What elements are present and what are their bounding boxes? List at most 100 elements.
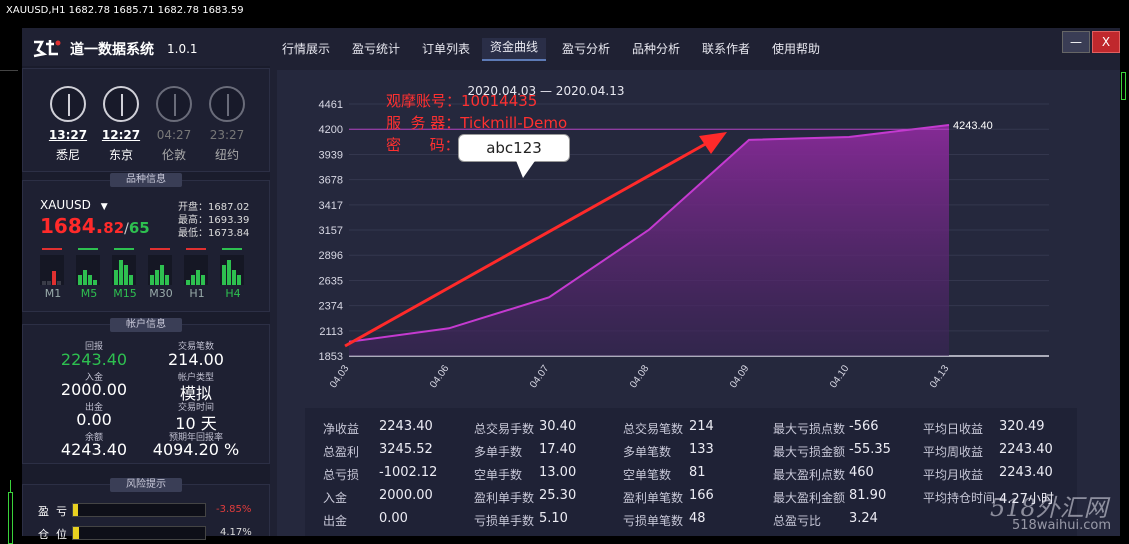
tab-equity-curve[interactable]: 资金曲线 (482, 38, 546, 61)
signal-bar (191, 275, 195, 285)
acct-value-withdraw: 0.00 (54, 410, 134, 429)
tab-pnl-stats[interactable]: 盈亏统计 (352, 40, 400, 57)
signal-bar (57, 281, 61, 285)
tf-m1[interactable]: M1 (38, 287, 68, 300)
signal-bar (222, 265, 226, 285)
risk-fill-pnl (73, 504, 78, 516)
minimize-button[interactable]: — (1062, 31, 1090, 53)
stat-label: 多单笔数 (623, 443, 671, 460)
overlay-server: 服 务 器：Tickmill-Demo (386, 112, 567, 133)
tab-symbol-analysis[interactable]: 品种分析 (632, 40, 680, 57)
risk-value-position: 4.17% (220, 527, 252, 538)
x-tick-label: 04.13 (928, 363, 952, 390)
stat-label: 最大亏损金额 (773, 443, 845, 460)
stat-label: 总盈亏比 (773, 512, 821, 529)
tab-orders[interactable]: 订单列表 (422, 40, 470, 57)
stat-label: 空单笔数 (623, 466, 671, 483)
risk-title: 风险提示 (110, 478, 182, 492)
symbol-select[interactable]: XAUUSD ▼ (40, 198, 108, 212)
signal-indicator (114, 248, 134, 250)
terminal-title-bar: XAUUSD,H1 1682.78 1685.71 1682.78 1683.5… (0, 0, 1129, 22)
stat-value: 25.30 (539, 488, 576, 503)
clock-time-sydney: 13:27 (48, 128, 88, 142)
app-title: 道一数据系统 (70, 39, 154, 59)
signal-bar (165, 275, 169, 285)
risk-bar-position (72, 526, 206, 540)
price-main: 1684. (40, 214, 103, 238)
tab-help[interactable]: 使用帮助 (772, 40, 820, 57)
stat-value: 320.49 (999, 419, 1045, 434)
clock-time-newyork: 23:27 (207, 128, 247, 142)
stat-label: 总亏损 (323, 466, 359, 483)
acct-value-trades: 214.00 (156, 350, 236, 369)
acct-value-return: 2243.40 (54, 350, 134, 369)
symbol-name: XAUUSD (40, 198, 91, 212)
tf-h1[interactable]: H1 (182, 287, 212, 300)
stat-value: 460 (849, 465, 874, 480)
signal-indicator (186, 248, 206, 250)
overlay-account: 观摩账号：10014435 (386, 90, 537, 111)
x-tick-label: 04.09 (728, 363, 752, 390)
stat-value: 166 (689, 488, 714, 503)
tf-m15[interactable]: M15 (110, 287, 140, 300)
signal-bar (114, 270, 118, 285)
clock-city-newyork: 纽约 (207, 146, 247, 163)
signal-bar (52, 271, 56, 285)
y-tick-label: 3678 (319, 175, 343, 187)
tf-h4[interactable]: H4 (218, 287, 248, 300)
x-tick-label: 04.10 (828, 363, 852, 390)
candle-right (1121, 72, 1126, 100)
signal-bar (47, 281, 51, 285)
clock-city-london: 伦敦 (154, 146, 194, 163)
signal-bar (88, 275, 92, 285)
stat-label: 总交易笔数 (623, 420, 683, 437)
tab-contact[interactable]: 联系作者 (702, 40, 750, 57)
close-button[interactable]: X (1092, 31, 1120, 53)
stat-value: 2243.40 (999, 442, 1053, 457)
stat-value: 0.00 (379, 511, 408, 526)
stat-value: 133 (689, 442, 714, 457)
signal-bar (232, 270, 236, 285)
signal-indicator (78, 248, 98, 250)
stat-label: 净收益 (323, 420, 359, 437)
y-tick-label: 4200 (319, 124, 343, 136)
terminal-left-chart-strip (0, 22, 22, 536)
tf-m30[interactable]: M30 (146, 287, 176, 300)
acct-value-balance: 4243.40 (54, 440, 134, 459)
clock-sydney-icon (50, 86, 86, 122)
stat-label: 平均月收益 (923, 466, 983, 483)
stat-label: 总盈利 (323, 443, 359, 460)
clock-city-sydney: 悉尼 (48, 146, 88, 163)
price-display: 1684.82/65 (40, 214, 150, 238)
tf-m5[interactable]: M5 (74, 287, 104, 300)
price-ask: 65 (129, 219, 150, 237)
acct-value-deposit: 2000.00 (54, 380, 134, 399)
stat-value: 17.40 (539, 442, 576, 457)
x-tick-label: 04.03 (328, 363, 352, 390)
end-value-label: 4243.40 (953, 120, 993, 132)
stat-value: 81.90 (849, 488, 886, 503)
signal-bar (150, 275, 154, 285)
terminal-right-strip (1120, 22, 1129, 536)
y-tick-label: 1853 (319, 351, 343, 363)
signal-meter (220, 255, 244, 285)
stat-value: -55.35 (849, 442, 891, 457)
signal-meter (112, 255, 136, 285)
tab-market[interactable]: 行情展示 (282, 40, 330, 57)
chevron-down-icon: ▼ (101, 202, 108, 212)
stat-value: 81 (689, 465, 706, 480)
clock-city-tokyo: 东京 (101, 146, 141, 163)
signal-bar (155, 270, 159, 285)
tab-pnl-analysis[interactable]: 盈亏分析 (562, 40, 610, 57)
low-price: 最低：1673.84 (178, 224, 249, 239)
candle-left (8, 492, 13, 544)
signal-indicator (42, 248, 62, 250)
signal-indicator (150, 248, 170, 250)
acct-value-annual: 4094.20 % (146, 440, 246, 459)
y-tick-label: 2113 (319, 326, 343, 338)
app-header: 道一数据系统 1.0.1 行情展示 盈亏统计 订单列表 资金曲线 盈亏分析 品种… (22, 28, 1120, 66)
y-tick-label: 4461 (319, 99, 343, 111)
stat-label: 最大盈利金额 (773, 489, 845, 506)
stat-label: 平均日收益 (923, 420, 983, 437)
stat-label: 总交易手数 (474, 420, 534, 437)
